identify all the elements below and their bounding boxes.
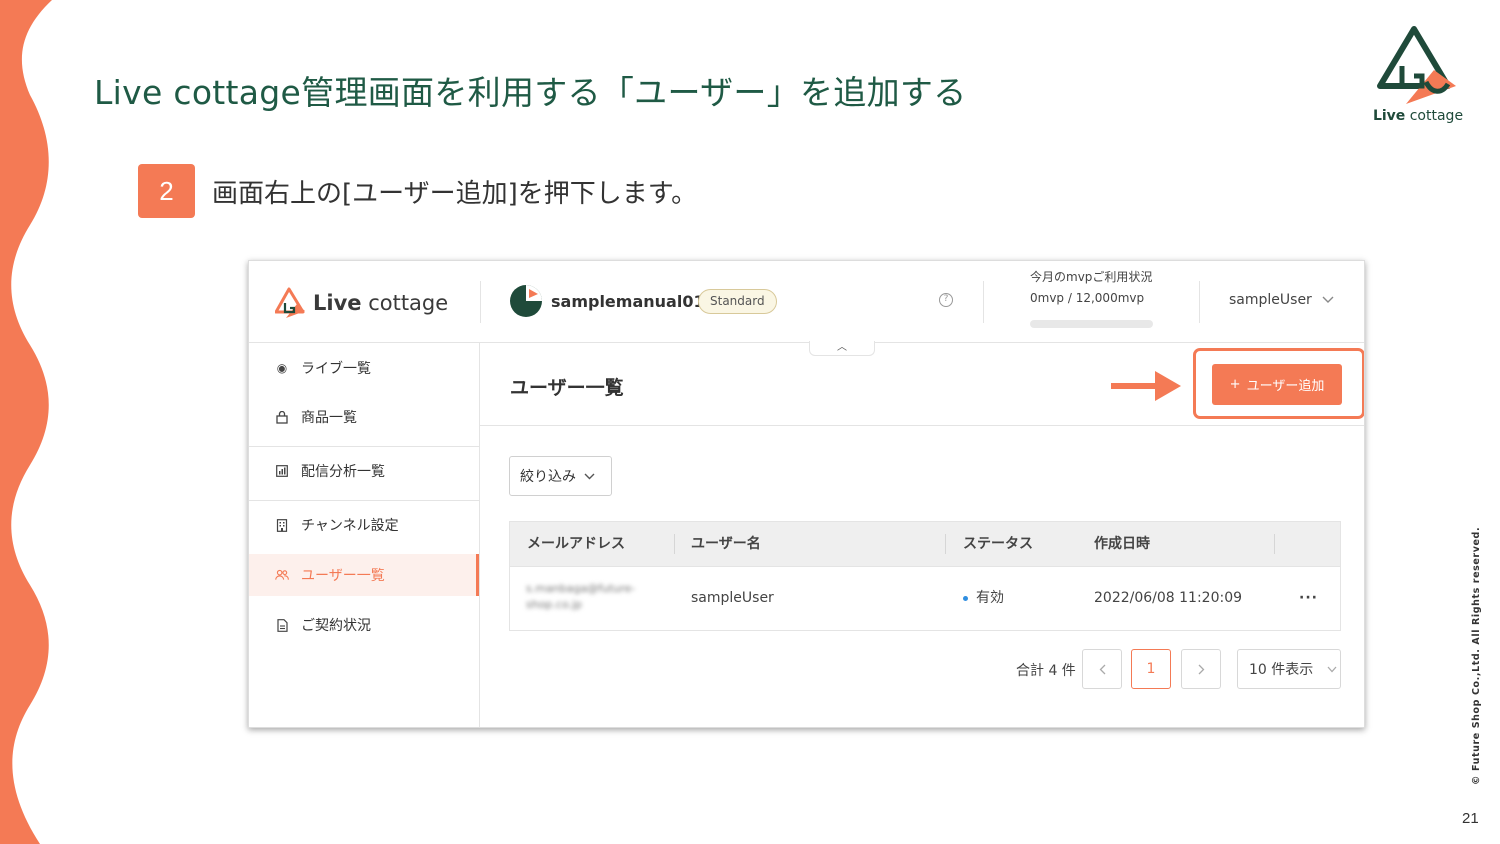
chevron-down-icon [1322, 296, 1334, 303]
column-header-username[interactable]: ユーザー名 [691, 522, 761, 566]
copyright-notice: © Future Shop Co.,Ltd. All Rights reserv… [1471, 526, 1482, 785]
email-cell: s.manbaga@future- shop.co.jp [526, 582, 636, 611]
sidebar-item-label: チャンネル設定 [301, 518, 399, 534]
step-number-badge: 2 [138, 164, 195, 218]
column-header-created[interactable]: 作成日時 [1094, 522, 1150, 566]
step-instruction: 画面右上の[ユーザー追加]を押下します。 [212, 179, 698, 209]
brand-logo: Live cottage [1368, 26, 1468, 130]
status-cell: 有効 [963, 567, 1004, 629]
usage-progress-bar [1030, 320, 1153, 328]
document-icon [275, 618, 289, 632]
building-icon [275, 518, 289, 532]
sidebar-item-users[interactable]: ユーザー一覧 [249, 554, 479, 596]
sidebar-item-label: ご契約状況 [301, 618, 371, 634]
add-user-button-label: ユーザー追加 [1246, 379, 1325, 394]
play-circle-icon: ◉ [276, 361, 288, 375]
sidebar-item-label: 配信分析一覧 [301, 464, 385, 480]
page-size-label: 10 件表示 [1249, 662, 1314, 678]
table-header: メールアドレス ユーザー名 ステータス 作成日時 [509, 521, 1341, 567]
users-table: メールアドレス ユーザー名 ステータス 作成日時 s.manbaga@futur… [509, 521, 1341, 631]
logo-text: Live cottage [1372, 108, 1464, 124]
users-icon [275, 568, 289, 582]
sidebar-item-channel-settings[interactable]: チャンネル設定 [249, 504, 479, 546]
next-page-button[interactable] [1181, 649, 1221, 689]
usage-label: 今月のmvpご利用状況 [1030, 270, 1153, 284]
column-divider [1274, 534, 1275, 554]
pointer-arrow-icon [1111, 371, 1181, 401]
total-count: 合計 4 件 [1016, 663, 1076, 679]
app-logo-text: Live cottage [313, 291, 449, 315]
help-icon[interactable]: ? [939, 293, 953, 307]
user-menu-name: sampleUser [1229, 292, 1312, 308]
chevron-left-icon [1099, 664, 1105, 674]
page-size-select[interactable]: 10 件表示 [1237, 649, 1341, 689]
sidebar-item-label: 商品一覧 [301, 410, 357, 426]
app-logo-icon [275, 287, 305, 318]
header-divider [983, 281, 984, 323]
chevron-right-icon [1198, 664, 1204, 674]
usage-value: 0mvp / 12,000mvp [1030, 291, 1145, 305]
page-button[interactable]: 1 [1131, 649, 1171, 689]
page-title: ユーザー一覧 [510, 377, 624, 399]
table-row[interactable]: s.manbaga@future- shop.co.jp sampleUser … [509, 567, 1341, 631]
bag-icon [275, 410, 289, 424]
slide-title: Live cottage管理画面を利用する「ユーザー」を追加する [94, 73, 967, 112]
column-divider [945, 534, 946, 554]
column-header-email[interactable]: メールアドレス [527, 522, 625, 566]
filter-dropdown[interactable]: 絞り込み [509, 456, 612, 496]
sidebar-item-label: ユーザー一覧 [301, 568, 385, 584]
account-name: samplemanual01 [551, 292, 705, 311]
created-cell: 2022/06/08 11:20:09 [1094, 590, 1243, 606]
app-logo[interactable]: Live cottage [275, 287, 448, 319]
add-user-button[interactable]: + ユーザー追加 [1212, 364, 1342, 405]
app-screenshot: Live cottage samplemanual01 Standard ? 今… [248, 260, 1365, 728]
sidebar-divider [249, 500, 479, 501]
sidebar-divider [249, 446, 479, 447]
chevron-down-icon [584, 473, 595, 479]
sidebar-item-live-list[interactable]: ◉ ライブ一覧 [249, 347, 479, 389]
sidebar-item-label: ライブ一覧 [301, 361, 371, 377]
header-divider [1199, 281, 1200, 323]
user-menu[interactable]: sampleUser [1229, 292, 1334, 308]
header-divider [480, 281, 481, 323]
status-dot-icon [963, 595, 968, 601]
column-divider [674, 534, 675, 554]
sidebar: ◉ ライブ一覧 商品一覧 配信分析一覧 チャンネル設定 ユーザー一覧 ご契約状況 [249, 343, 480, 727]
more-options-icon[interactable]: ··· [1299, 567, 1318, 629]
username-cell: sampleUser [691, 590, 774, 606]
main-content: ユーザー一覧 + ユーザー追加 絞り込み メールアドレス ユーザー名 ステータス… [480, 343, 1364, 727]
logo-mark-icon [1377, 26, 1456, 104]
app-header: Live cottage samplemanual01 Standard ? 今… [249, 261, 1364, 343]
column-header-status[interactable]: ステータス [963, 522, 1033, 566]
chevron-down-icon [1327, 666, 1337, 672]
plan-badge: Standard [698, 289, 777, 314]
prev-page-button[interactable] [1082, 649, 1122, 689]
plus-icon: + [1229, 377, 1241, 392]
sidebar-item-products[interactable]: 商品一覧 [249, 396, 479, 438]
filter-label: 絞り込み [520, 469, 576, 485]
decorative-wave [0, 0, 52, 844]
content-divider [480, 425, 1364, 426]
account-icon [510, 285, 542, 317]
page-number: 21 [1462, 810, 1479, 827]
sidebar-item-analytics[interactable]: 配信分析一覧 [249, 450, 479, 492]
chart-icon [275, 464, 289, 478]
sidebar-item-contract[interactable]: ご契約状況 [249, 604, 479, 646]
